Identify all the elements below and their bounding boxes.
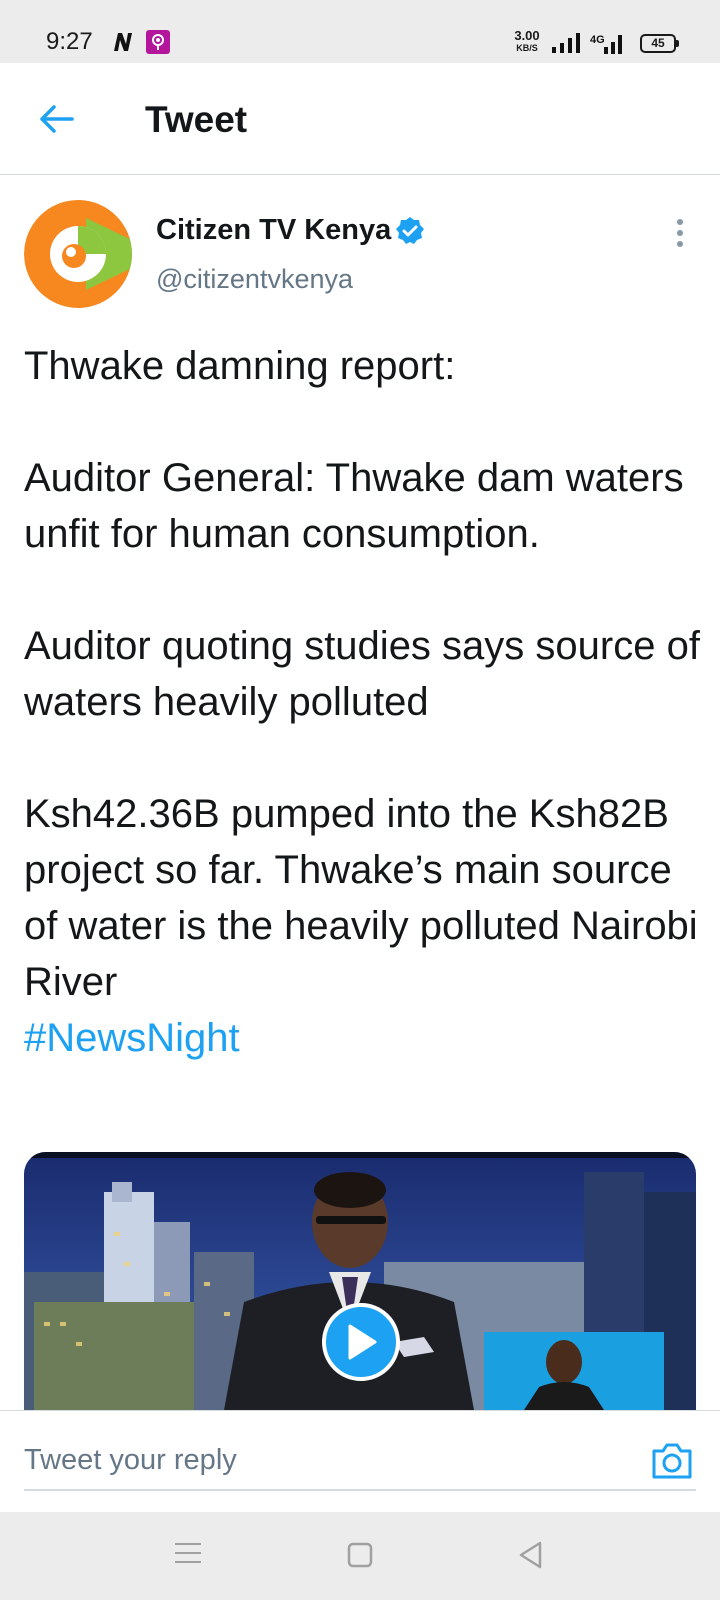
network-type-label: 4G — [590, 34, 605, 46]
network-speed-value: 3.00 — [514, 28, 540, 43]
tweet-paragraph: Auditor quoting studies says source of w… — [24, 624, 700, 724]
tweet-paragraph: Thwake damning report: — [24, 344, 456, 388]
back-icon[interactable] — [517, 1540, 543, 1570]
tweet-paragraph — [24, 562, 704, 618]
n-icon — [114, 33, 132, 51]
menu-icon[interactable] — [175, 1541, 201, 1565]
tweet-paragraph — [24, 394, 704, 450]
citizen-tv-logo — [24, 200, 132, 308]
battery-icon: 45 — [640, 34, 679, 53]
top-app-bar: Tweet — [0, 63, 720, 175]
more-options-button[interactable] — [668, 215, 692, 251]
more-dot-icon — [677, 230, 683, 236]
verified-badge-icon — [396, 217, 424, 244]
arrow-left-icon — [40, 105, 74, 133]
back-button[interactable] — [30, 93, 82, 145]
signal-icon — [552, 33, 580, 53]
author-name[interactable]: Citizen TV Kenya — [156, 214, 391, 247]
tweet-paragraph: Ksh42.36B pumped into the Ksh82B project… — [24, 792, 698, 1004]
avatar[interactable] — [24, 200, 132, 308]
status-bar: 9:27 3.00 KB/S 4G 45 — [0, 0, 720, 63]
more-dot-icon — [677, 219, 683, 225]
signal-4g-icon: 4G — [590, 34, 622, 54]
play-button[interactable] — [322, 1303, 400, 1381]
page-title: Tweet — [145, 99, 248, 140]
podcast-icon — [146, 30, 170, 54]
reply-bar: Tweet your reply — [0, 1410, 720, 1512]
network-speed: 3.00 KB/S — [510, 28, 544, 54]
network-speed-unit: KB/S — [516, 43, 538, 53]
more-dot-icon — [677, 241, 683, 247]
tweet-text: Thwake damning report: Auditor General: … — [24, 338, 704, 1066]
author-handle[interactable]: @citizentvkenya — [156, 264, 353, 295]
reply-input[interactable]: Tweet your reply — [24, 1429, 696, 1491]
tweet-paragraph — [24, 730, 704, 786]
play-icon — [348, 1324, 377, 1360]
tweet-paragraph: Auditor General: Thwake dam waters unfit… — [24, 456, 684, 556]
camera-icon[interactable] — [650, 1441, 694, 1481]
hashtag-link[interactable]: #NewsNight — [24, 1016, 240, 1060]
home-icon[interactable] — [347, 1542, 373, 1568]
system-nav-bar — [0, 1512, 720, 1600]
status-time: 9:27 — [46, 28, 93, 55]
